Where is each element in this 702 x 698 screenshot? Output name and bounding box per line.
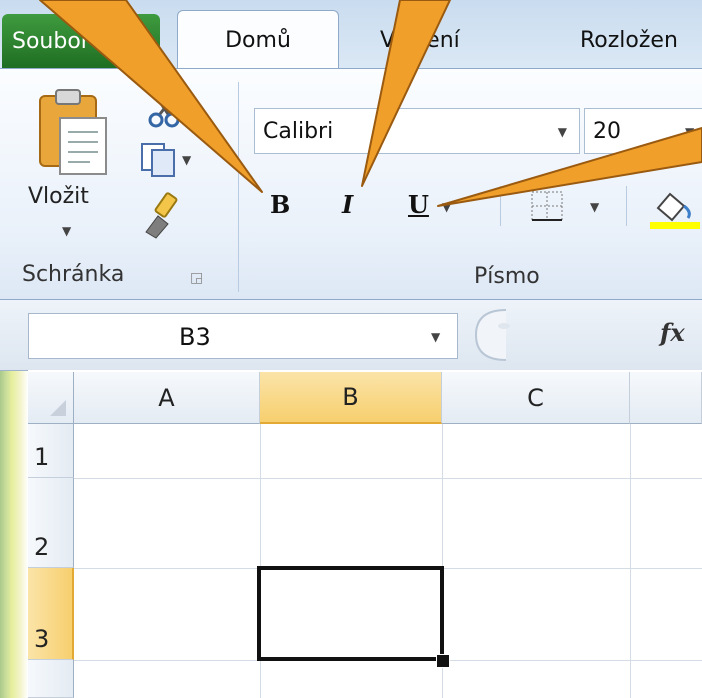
underline-button[interactable]: U	[408, 190, 429, 219]
select-all-button[interactable]	[28, 372, 74, 424]
font-size-dropdown-icon: ▼	[685, 125, 695, 139]
name-box-value: B3	[179, 323, 211, 351]
column-header-a[interactable]: A	[74, 372, 260, 424]
row-header-1[interactable]: 1	[28, 424, 74, 478]
clipboard-group-label: Schránka	[22, 262, 125, 287]
column-header-b[interactable]: B	[260, 372, 442, 424]
tab-layout[interactable]: Rozložen	[580, 28, 678, 53]
svg-text:▼: ▼	[182, 153, 192, 167]
paste-icon	[39, 89, 107, 175]
button-separator	[500, 186, 501, 226]
underline-dropdown-icon[interactable]: ▼	[442, 200, 451, 214]
paste-button[interactable]: Vložit ▼	[22, 86, 130, 256]
cut-icon[interactable]	[144, 92, 184, 132]
font-group-label: Písmo	[474, 264, 540, 289]
formula-bar-splitter-icon[interactable]	[466, 306, 520, 364]
paste-label: Vložit	[28, 184, 89, 209]
column-header-c[interactable]: C	[442, 372, 630, 424]
column-header-b-label: B	[342, 383, 359, 411]
bold-button[interactable]: B	[270, 190, 290, 219]
borders-icon[interactable]	[530, 190, 566, 222]
tab-insert[interactable]: Vložení	[380, 28, 460, 53]
font-size-value: 20	[593, 118, 621, 144]
row-header-4[interactable]	[28, 660, 74, 698]
row-header-2[interactable]: 2	[28, 478, 74, 568]
tab-insert-label: Vložení	[380, 28, 460, 53]
format-painter-icon[interactable]	[140, 192, 184, 242]
tab-file-label: Soubor	[12, 28, 90, 54]
row-header-3[interactable]: 3	[28, 568, 74, 660]
gridline	[630, 424, 631, 698]
font-size-combo[interactable]: 20 ▼	[584, 108, 702, 154]
column-header-a-label: A	[158, 383, 175, 412]
font-family-combo[interactable]: Calibri ▼	[254, 108, 580, 154]
row-header-2-label: 2	[34, 533, 50, 561]
insert-function-button[interactable]: fx	[660, 318, 685, 347]
active-cell-b3[interactable]	[257, 566, 444, 661]
select-all-triangle-icon	[50, 400, 66, 416]
name-box[interactable]: B3 ▼	[28, 313, 458, 359]
tab-home[interactable]: Domů	[177, 10, 339, 70]
font-family-value: Calibri	[263, 118, 334, 144]
row-header-1-label: 1	[34, 443, 50, 471]
italic-button[interactable]: I	[342, 190, 353, 219]
clipboard-dialog-launcher-icon[interactable]: ◲	[190, 270, 203, 286]
button-separator	[626, 186, 627, 226]
borders-dropdown-icon[interactable]: ▼	[590, 200, 599, 214]
paste-dropdown-icon: ▼	[62, 224, 72, 238]
gridline	[74, 478, 702, 479]
row-header-3-label: 3	[34, 625, 50, 653]
fill-color-icon[interactable]	[648, 186, 702, 230]
fill-handle[interactable]	[436, 654, 450, 668]
tab-file[interactable]: Soubor	[2, 14, 160, 68]
font-family-dropdown-icon: ▼	[557, 125, 567, 139]
tab-home-label: Domů	[225, 28, 291, 53]
copy-icon[interactable]: ▼	[138, 140, 198, 180]
tab-layout-label: Rozložen	[580, 28, 678, 53]
group-separator	[238, 82, 239, 292]
name-box-dropdown-icon: ▼	[431, 330, 441, 344]
column-header-d[interactable]	[630, 372, 702, 424]
column-header-c-label: C	[527, 383, 544, 412]
